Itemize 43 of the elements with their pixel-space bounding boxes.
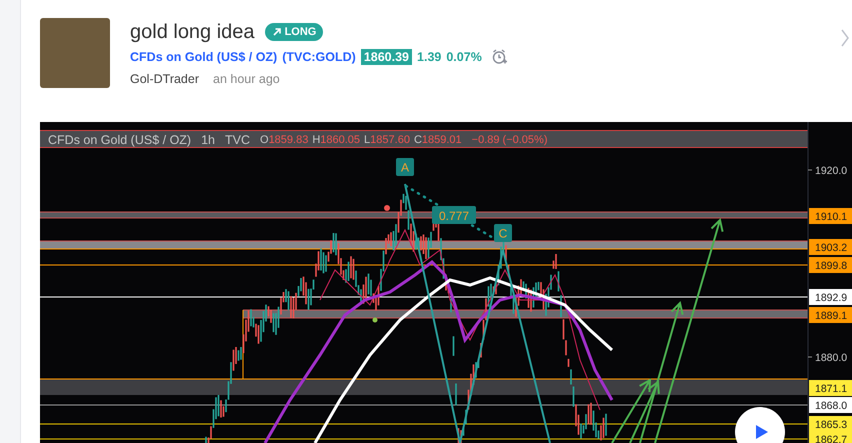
percent-change: 0.07% <box>446 50 482 64</box>
legend-exchange: TVC <box>225 133 250 147</box>
alarm-clock-icon[interactable] <box>490 48 509 66</box>
price-axis-label: 1903.2 <box>809 239 852 255</box>
marker-dot <box>372 318 378 322</box>
chevron-right-icon[interactable] <box>840 28 850 48</box>
idea-title: gold long idea <box>130 20 255 44</box>
symbol-code-link[interactable]: (TVC:GOLD) <box>282 50 356 64</box>
price-axis-label: 1871.1 <box>809 380 852 396</box>
ohlc-key: L <box>364 134 370 146</box>
ohlc-key: O <box>260 134 269 146</box>
legend-change: −0.89 (−0.05%) <box>472 134 548 146</box>
price-axis-label: 1862.7 <box>809 431 852 443</box>
post-time: an hour ago <box>213 72 280 86</box>
author-link[interactable]: Gol-DTrader <box>130 72 199 86</box>
price-axis-label: 1868.0 <box>809 397 852 413</box>
direction-badge: LONG <box>264 23 324 41</box>
price-axis-label: 1865.3 <box>809 416 852 432</box>
photo-placeholder <box>40 18 110 88</box>
point-label: A <box>396 158 414 176</box>
play-icon <box>754 424 768 440</box>
ohlc-value: 1859.01 <box>422 134 462 146</box>
price-axis-label: 1880.0 <box>815 352 848 364</box>
marker-dot <box>384 205 390 211</box>
ohlc-value: 1859.83 <box>268 134 308 146</box>
price-change: 1.39 <box>417 50 442 64</box>
arrow-icon <box>272 27 282 37</box>
ohlc-key: C <box>414 134 422 146</box>
point-label: C <box>494 224 512 242</box>
ohlc-value: 1857.60 <box>370 134 410 146</box>
legend-interval: 1h <box>201 133 215 147</box>
price-badge: 1860.39 <box>360 49 412 65</box>
ratio-label: 0.777 <box>432 206 476 224</box>
price-axis-label: 1920.0 <box>815 165 848 177</box>
legend-symbol: CFDs on Gold (US$ / OZ) <box>48 133 192 147</box>
price-axis-label: 1889.1 <box>809 307 852 323</box>
price-axis-label: 1910.1 <box>809 208 852 224</box>
price-axis-label: 1899.8 <box>809 257 852 273</box>
price-axis-label: 1892.9 <box>809 289 852 305</box>
play-button[interactable] <box>735 407 785 443</box>
symbol-link[interactable]: CFDs on Gold (US$ / OZ) <box>130 50 278 64</box>
ohlc-value: 1860.05 <box>320 134 360 146</box>
ohlc-key: H <box>312 134 320 146</box>
